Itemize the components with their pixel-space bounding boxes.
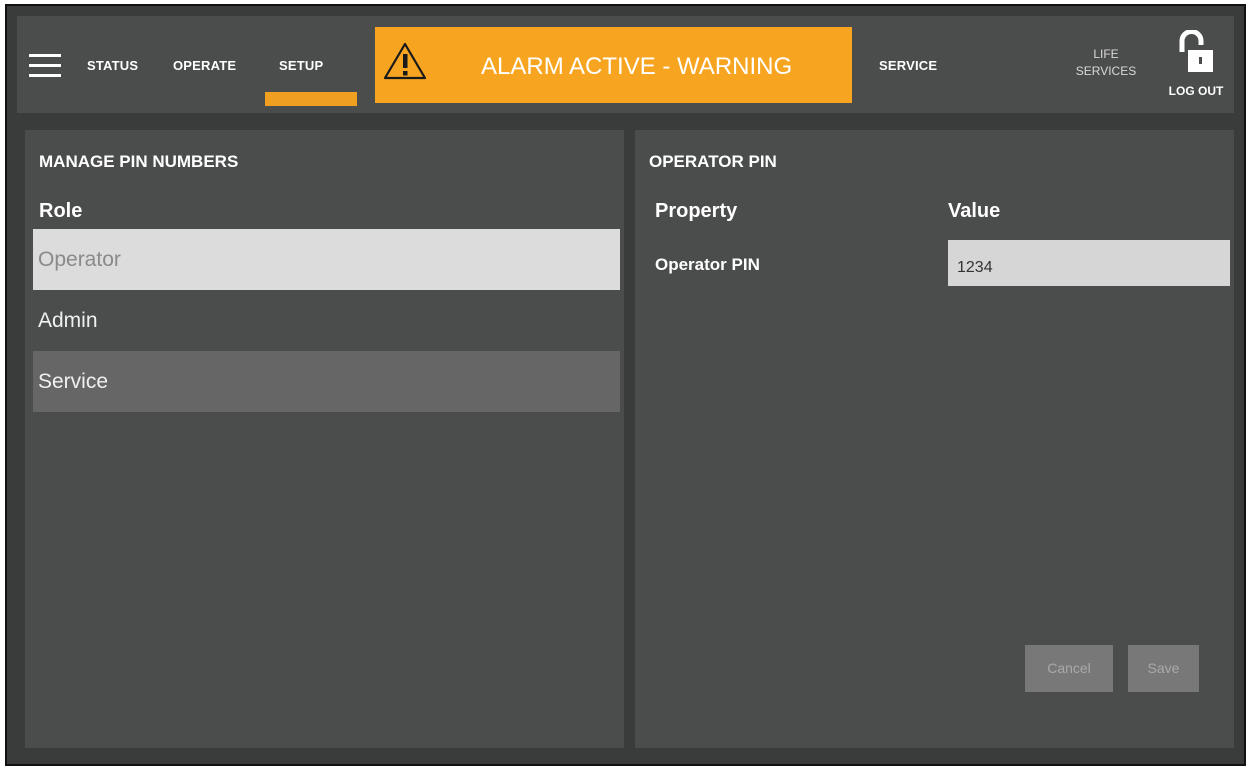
role-item-service[interactable]: Service	[33, 351, 620, 412]
life-services-line2: SERVICES	[1075, 64, 1137, 78]
role-list: Operator Admin Service	[33, 229, 620, 412]
operator-pin-panel: OPERATOR PIN Property Value Operator PIN…	[635, 130, 1234, 748]
logout-label: LOG OUT	[1168, 84, 1224, 98]
active-tab-indicator	[265, 92, 357, 106]
role-item-admin[interactable]: Admin	[33, 290, 620, 351]
role-item-operator[interactable]: Operator	[33, 229, 620, 290]
tab-service[interactable]: SERVICE	[879, 58, 937, 73]
cancel-button[interactable]: Cancel	[1025, 645, 1113, 692]
operator-pin-input[interactable]	[948, 240, 1230, 286]
life-services-line1: LIFE	[1093, 47, 1119, 61]
operator-pin-label: Operator PIN	[655, 255, 760, 274]
warning-triangle-icon	[383, 42, 427, 80]
life-services-link[interactable]: LIFE SERVICES	[1069, 46, 1143, 80]
top-nav-bar: STATUS OPERATE SETUP ALARM ACTIVE - WARN…	[17, 16, 1234, 113]
hamburger-menu-icon[interactable]	[29, 54, 61, 78]
value-column-header: Value	[948, 200, 1001, 222]
tab-status[interactable]: STATUS	[87, 58, 138, 73]
logout-button[interactable]: LOG OUT	[1157, 28, 1237, 108]
alarm-banner[interactable]: ALARM ACTIVE - WARNING	[375, 27, 852, 103]
save-button[interactable]: Save	[1128, 645, 1199, 692]
operator-pin-title: OPERATOR PIN	[649, 152, 777, 171]
device-frame: STATUS OPERATE SETUP ALARM ACTIVE - WARN…	[5, 4, 1246, 766]
role-column-header: Role	[39, 200, 83, 222]
alarm-text: ALARM ACTIVE - WARNING	[481, 53, 793, 80]
property-column-header: Property	[655, 200, 738, 222]
tab-operate[interactable]: OPERATE	[173, 58, 236, 73]
tab-setup[interactable]: SETUP	[279, 58, 323, 73]
manage-pin-title: MANAGE PIN NUMBERS	[39, 152, 239, 171]
unlocked-padlock-icon	[1179, 30, 1213, 72]
manage-pin-panel: MANAGE PIN NUMBERS Role Operator Admin S…	[25, 130, 624, 748]
